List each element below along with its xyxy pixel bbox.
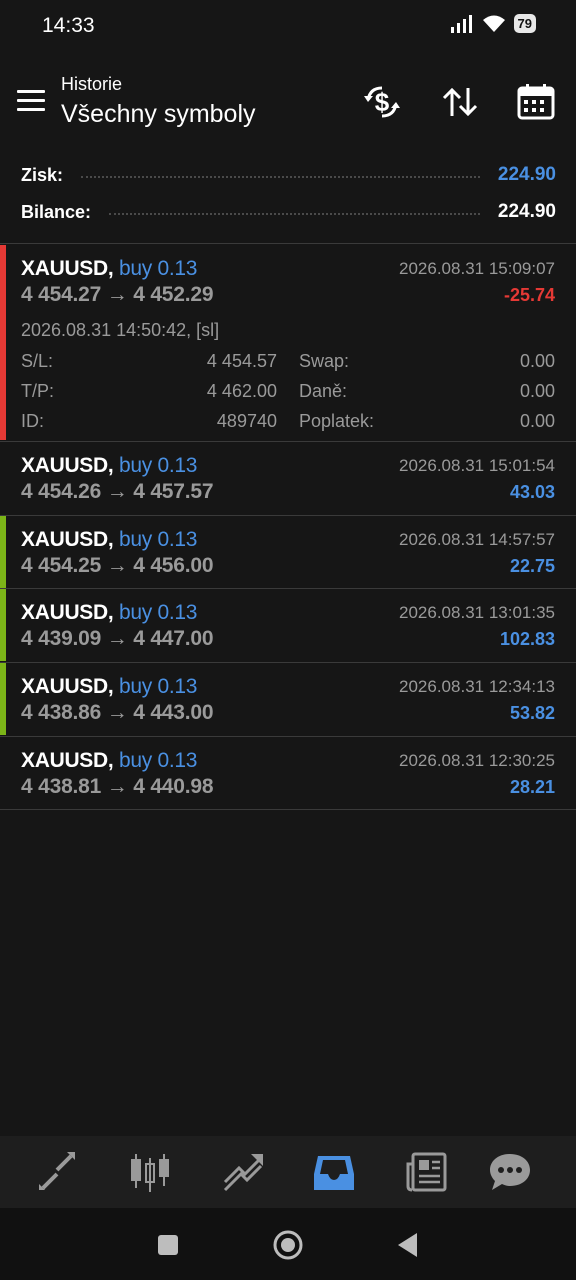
trade-row[interactable]: XAUUSD, buy 0.13 4 438.86 → 4 443.00 202…	[0, 663, 576, 735]
sl-label: S/L:	[21, 351, 54, 371]
tp-value: 4 462.00	[206, 381, 277, 401]
id-value: 489740	[216, 411, 277, 431]
profit-value: 224.90	[497, 164, 556, 185]
trade-profit: 28.21	[509, 777, 555, 797]
win-indicator-bar	[0, 516, 6, 588]
bottom-navigation	[0, 1136, 576, 1208]
status-icons: 79	[450, 14, 536, 33]
trade-side: buy 0.13	[118, 257, 198, 280]
balance-dots	[109, 213, 480, 215]
swap-value: 0.00	[519, 351, 555, 371]
status-bar: 14:33 79	[0, 0, 576, 52]
svg-text:$: $	[375, 87, 390, 117]
trade-prices: 4 454.25 → 4 456.00	[21, 554, 214, 577]
system-navigation	[0, 1208, 576, 1280]
trade-side: buy 0.13	[118, 528, 198, 551]
fee-label: Poplatek:	[299, 411, 375, 431]
trade-side: buy 0.13	[118, 454, 198, 477]
id-label: ID:	[21, 411, 45, 431]
header-title[interactable]: Všechny symboly	[61, 100, 256, 129]
trade-time: 2026.08.31 14:57:57	[399, 530, 555, 549]
back-triangle-icon[interactable]	[391, 1228, 425, 1262]
signal-icon	[450, 14, 472, 33]
sort-icon[interactable]	[438, 80, 482, 124]
sl-value: 4 454.57	[206, 351, 277, 371]
swap-label: Swap:	[299, 351, 350, 371]
win-indicator-bar	[0, 663, 6, 735]
status-time: 14:33	[42, 14, 95, 37]
trade-prices: 4 438.86 → 4 443.00	[21, 701, 214, 724]
home-circle-icon[interactable]	[271, 1228, 305, 1262]
trade-side: buy 0.13	[118, 601, 198, 624]
trade-time: 2026.08.31 12:34:13	[399, 677, 555, 696]
trade-profit: 53.82	[509, 703, 555, 723]
trade-profit: 43.03	[509, 482, 555, 502]
quotes-icon[interactable]	[35, 1150, 79, 1194]
battery-indicator: 79	[513, 14, 536, 33]
trade-prices: 4 438.81 → 4 440.98	[21, 775, 214, 798]
recents-square-icon[interactable]	[151, 1228, 185, 1262]
menu-icon[interactable]	[17, 90, 45, 112]
trade-symbol: XAUUSD, buy 0.13	[21, 454, 198, 477]
profit-summary: Zisk: 224.90	[21, 161, 556, 189]
trade-time: 2026.08.31 15:09:07	[399, 259, 555, 278]
balance-label: Bilance:	[21, 201, 92, 222]
profit-label: Zisk:	[21, 164, 64, 185]
balance-value: 224.90	[497, 201, 556, 222]
wifi-icon	[482, 15, 505, 32]
divider	[0, 243, 576, 244]
trade-time: 2026.08.31 12:30:25	[399, 751, 555, 770]
trade-prices: 4 439.09 → 4 447.00	[21, 627, 214, 650]
trade-profit: -25.74	[503, 285, 555, 305]
tp-label: T/P:	[21, 381, 55, 401]
loss-indicator-bar	[0, 245, 6, 440]
trade-symbol: XAUUSD, buy 0.13	[21, 257, 198, 280]
trade-open-time: 2026.08.31 14:50:42, [sl]	[21, 320, 220, 340]
news-icon[interactable]	[405, 1150, 449, 1194]
divider	[0, 809, 576, 810]
app-header: Historie Všechny symboly $	[0, 60, 576, 150]
fee-value: 0.00	[519, 411, 555, 431]
trade-prices: 4 454.27 → 4 452.29	[21, 283, 214, 306]
trade-icon[interactable]	[221, 1150, 265, 1194]
balance-summary: Bilance: 224.90	[21, 198, 556, 226]
trade-symbol: XAUUSD, buy 0.13	[21, 601, 198, 624]
trade-time: 2026.08.31 15:01:54	[399, 456, 555, 475]
chat-icon[interactable]	[488, 1150, 532, 1194]
trade-prices: 4 454.26 → 4 457.57	[21, 480, 214, 503]
trade-time: 2026.08.31 13:01:35	[399, 603, 555, 622]
trade-row[interactable]: XAUUSD, buy 0.13 4 454.25 → 4 456.00 202…	[0, 516, 576, 588]
tax-label: Daně:	[299, 381, 348, 401]
trade-symbol: XAUUSD, buy 0.13	[21, 675, 198, 698]
win-indicator-bar	[0, 589, 6, 661]
trade-row[interactable]: XAUUSD, buy 0.13 4 438.81 → 4 440.98 202…	[0, 737, 576, 809]
history-inbox-icon[interactable]	[312, 1150, 356, 1194]
currency-swap-icon[interactable]: $	[360, 80, 404, 124]
trade-symbol: XAUUSD, buy 0.13	[21, 749, 198, 772]
trade-side: buy 0.13	[118, 749, 198, 772]
trade-row[interactable]: XAUUSD, buy 0.13 4 454.27 → 4 452.29 202…	[0, 245, 576, 440]
calendar-icon[interactable]	[514, 80, 558, 124]
trade-row[interactable]: XAUUSD, buy 0.13 4 454.26 → 4 457.57 202…	[0, 442, 576, 514]
tax-value: 0.00	[519, 381, 555, 401]
trade-row[interactable]: XAUUSD, buy 0.13 4 439.09 → 4 447.00 202…	[0, 589, 576, 661]
header-subtitle: Historie	[61, 74, 123, 94]
trade-profit: 102.83	[499, 629, 555, 649]
profit-dots	[81, 176, 480, 178]
chart-candles-icon[interactable]	[128, 1150, 172, 1194]
trade-profit: 22.75	[509, 556, 555, 576]
trade-symbol: XAUUSD, buy 0.13	[21, 528, 198, 551]
trade-side: buy 0.13	[118, 675, 198, 698]
